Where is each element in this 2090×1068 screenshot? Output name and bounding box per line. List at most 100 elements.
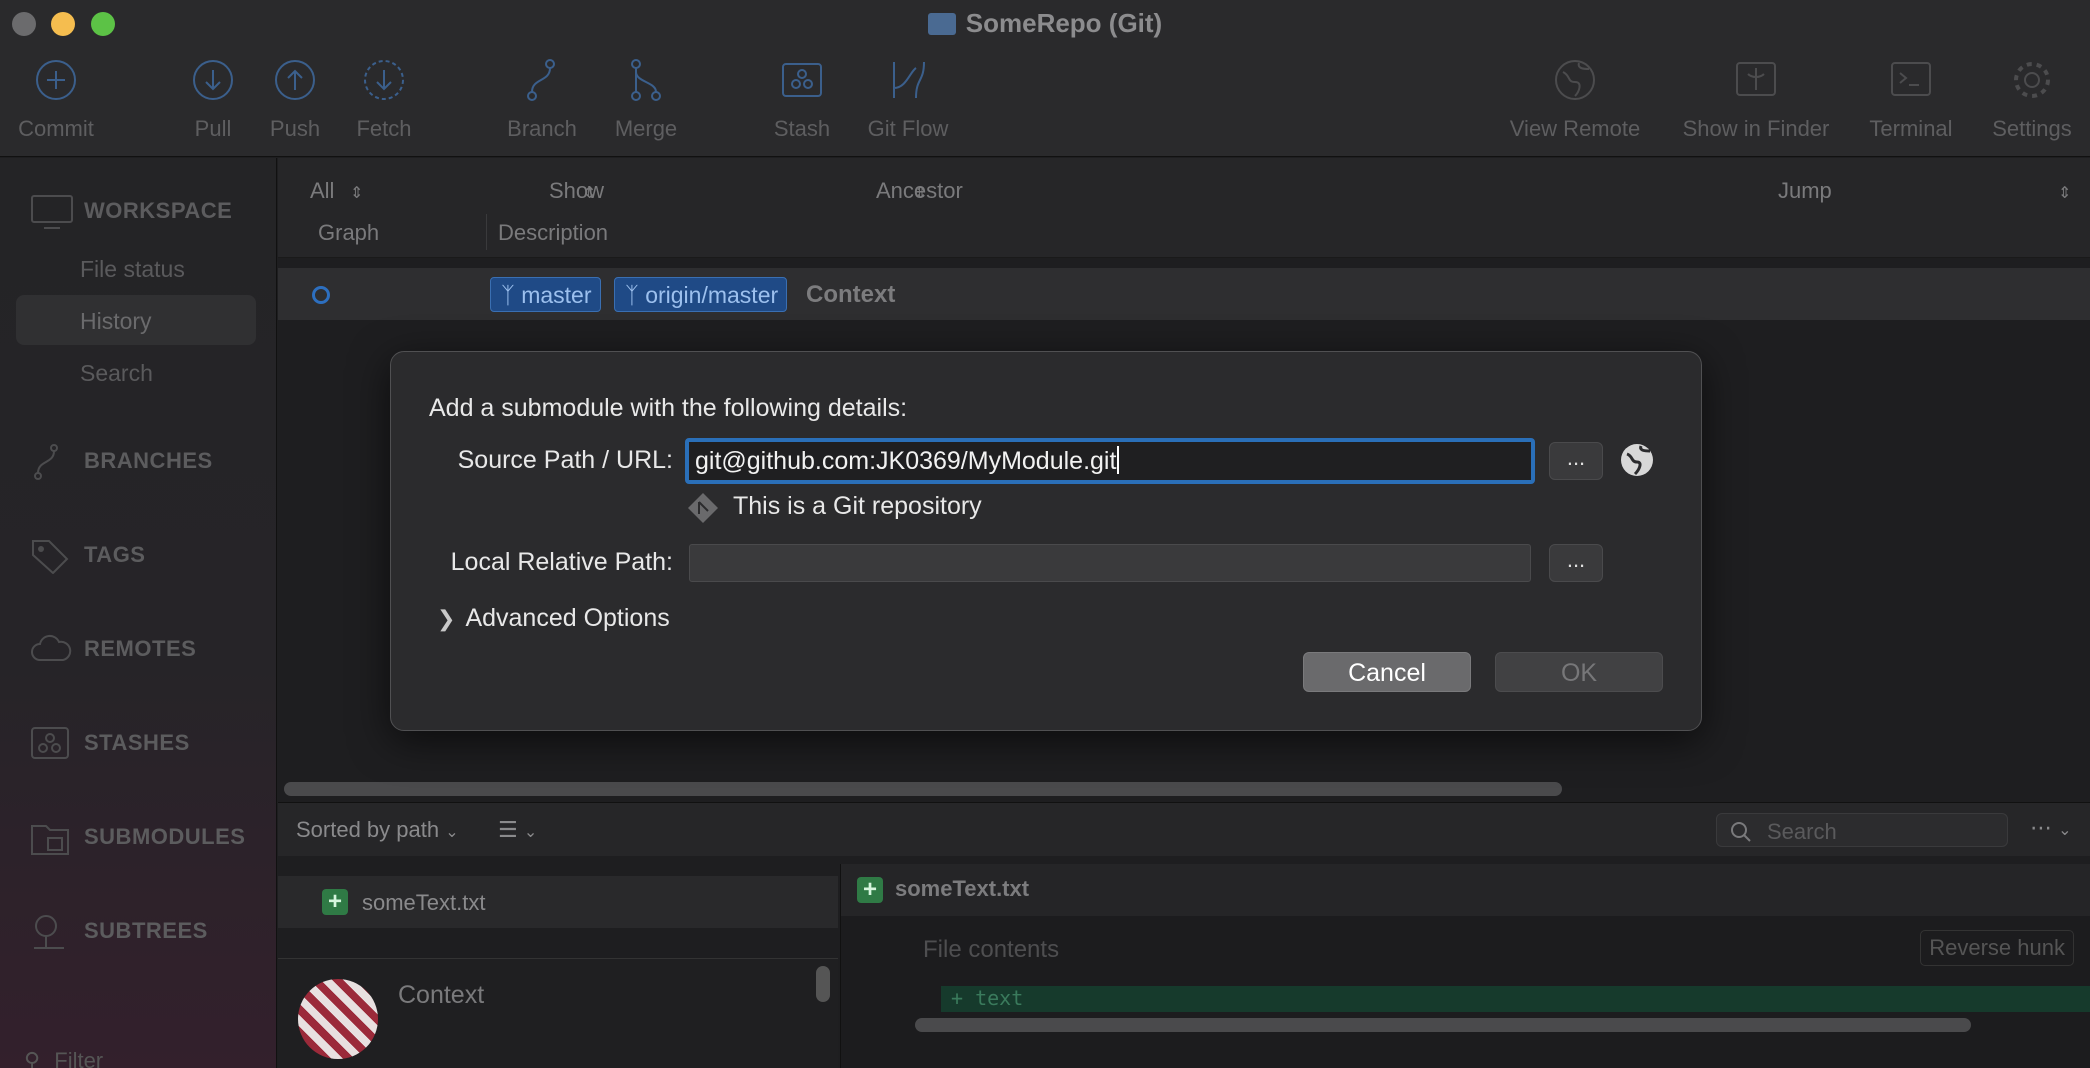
folder-icon	[927, 13, 956, 35]
reverse-hunk-button[interactable]: Reverse hunk	[1920, 930, 2074, 966]
title-bar: SomeRepo (Git) Commit Pull Push Fetch Br…	[0, 0, 2090, 157]
show-in-finder-label: Show in Finder	[1682, 116, 1830, 141]
list-icon: ☰	[498, 817, 518, 842]
history-column-header: Graph Description	[278, 204, 2090, 258]
browse-local-button[interactable]: ...	[1549, 544, 1603, 582]
git-flow-button[interactable]: Git Flow	[864, 58, 952, 142]
branch-icon	[504, 58, 580, 106]
sidebar-section-label: REMOTES	[84, 636, 197, 661]
show-in-finder-button[interactable]: Show in Finder	[1678, 58, 1834, 142]
history-horizontal-scrollbar[interactable]	[284, 782, 1562, 796]
filter-placeholder: Filter	[54, 1048, 104, 1068]
commit-panel-scrollbar[interactable]	[816, 966, 830, 1002]
column-divider[interactable]	[486, 214, 487, 250]
terminal-button[interactable]: Terminal	[1866, 58, 1956, 142]
order-dropdown[interactable]: Ancestor Order⇕	[876, 168, 963, 229]
branch-icon: ᛉ	[501, 282, 522, 308]
list-view-button[interactable]: ☰ ⌄	[498, 817, 537, 843]
branch-tag-master[interactable]: ᛉ master	[490, 277, 601, 312]
sidebar-section-label: STASHES	[84, 730, 190, 755]
bottom-toolbar: Sorted by path ⌄ ☰ ⌄ Search ⋯ ⌄	[278, 802, 2090, 856]
chevron-right-icon: ❯	[437, 606, 456, 631]
git-diamond-icon	[688, 493, 718, 523]
sidebar-item-file-status[interactable]: File status	[80, 256, 185, 283]
chevron-down-icon: ⌄	[2058, 822, 2072, 839]
diff-horizontal-scrollbar[interactable]	[915, 1018, 1971, 1032]
ok-button[interactable]: OK	[1495, 652, 1663, 692]
git-flow-icon	[864, 58, 952, 106]
cancel-button[interactable]: Cancel	[1303, 652, 1471, 692]
pull-button[interactable]: Pull	[190, 58, 236, 142]
merge-label: Merge	[614, 116, 678, 141]
search-input[interactable]: Search	[1716, 813, 2008, 847]
diff-file-header: + someText.txt	[840, 864, 2090, 916]
description-column-header[interactable]: Description	[498, 220, 608, 246]
branch-button[interactable]: Branch	[504, 58, 580, 142]
text-caret	[1117, 446, 1120, 474]
sidebar-filter-input[interactable]: ⚲ Filter	[24, 1048, 103, 1068]
sidebar-section-label: SUBMODULES	[84, 824, 246, 849]
view-remote-button[interactable]: View Remote	[1508, 58, 1642, 142]
updown-icon: ⇕	[914, 185, 928, 202]
dialog-heading: Add a submodule with the following detai…	[429, 394, 908, 422]
ellipsis-circle-icon: ⋯	[2030, 815, 2052, 840]
branch-tag-origin-master[interactable]: ᛉ origin/master	[614, 277, 788, 312]
sidebar-section-label: WORKSPACE	[84, 198, 233, 223]
updown-icon: ⇕	[583, 185, 597, 202]
branch-icon	[34, 444, 58, 480]
search-icon	[1731, 822, 1751, 842]
diff-panel: File contents Reverse hunk + text	[840, 916, 2090, 1068]
push-icon	[268, 58, 322, 106]
window-title: SomeRepo (Git)	[0, 8, 2090, 39]
add-submodule-dialog: Add a submodule with the following detai…	[390, 351, 1702, 731]
commit-button[interactable]: Commit	[14, 58, 98, 142]
commit-message: Context	[806, 281, 896, 308]
sidebar: WORKSPACE File status History Search BRA…	[0, 158, 277, 1068]
browse-source-button[interactable]: ...	[1549, 442, 1603, 480]
commit-row[interactable]: ᛉ master ᛉ origin/master Context	[278, 268, 2090, 320]
settings-button[interactable]: Settings	[1988, 58, 2076, 142]
added-icon: +	[322, 889, 348, 915]
local-path-label: Local Relative Path:	[450, 548, 673, 576]
stash-label: Stash	[773, 116, 831, 141]
merge-icon	[612, 58, 680, 106]
added-icon: +	[857, 877, 883, 903]
sort-label: Sorted by path	[296, 817, 440, 842]
sidebar-item-history[interactable]: History	[80, 308, 152, 335]
merge-button[interactable]: Merge	[612, 58, 680, 142]
commit-icon	[14, 58, 98, 106]
source-path-label: Source Path / URL:	[457, 446, 673, 474]
sidebar-item-search[interactable]: Search	[80, 360, 153, 387]
graph-column-header[interactable]: Graph	[318, 220, 379, 246]
source-path-input[interactable]: git@github.com:JK0369/MyModule.git	[685, 438, 1535, 484]
stash-button[interactable]: Stash	[770, 58, 834, 142]
more-options-button[interactable]: ⋯ ⌄	[2030, 815, 2072, 841]
branch-tag-label: master	[521, 282, 592, 308]
window-title-text: SomeRepo (Git)	[965, 8, 1163, 38]
branches-dropdown[interactable]: All Branches⇕	[310, 168, 403, 229]
stash-icon	[770, 58, 834, 106]
advanced-options-toggle[interactable]: ❯ Advanced Options	[437, 604, 670, 633]
jump-to-dropdown[interactable]: Jump to:⇕	[1778, 168, 2071, 229]
fetch-button[interactable]: Fetch	[352, 58, 416, 142]
sidebar-section-label: TAGS	[84, 542, 146, 567]
push-button[interactable]: Push	[268, 58, 322, 142]
sidebar-section-label: SUBTREES	[84, 918, 208, 943]
file-list-item[interactable]: + someText.txt	[278, 876, 838, 928]
diff-filename: someText.txt	[895, 876, 1030, 901]
globe-icon[interactable]	[1619, 442, 1655, 478]
terminal-icon	[1866, 58, 1956, 106]
gear-icon	[1988, 58, 2076, 106]
terminal-label: Terminal	[1869, 116, 1953, 141]
sidebar-section-label: BRANCHES	[84, 448, 213, 473]
commit-label: Commit	[18, 116, 94, 141]
remote-branches-dropdown[interactable]: Show Remote Branches⇕	[549, 168, 642, 255]
file-list-filename: someText.txt	[362, 890, 486, 915]
push-label: Push	[269, 116, 321, 141]
globe-icon	[1508, 58, 1642, 106]
sort-dropdown[interactable]: Sorted by path ⌄	[296, 817, 459, 843]
search-icon: ⚲	[24, 1048, 41, 1068]
local-path-input[interactable]	[689, 544, 1531, 582]
fetch-icon	[352, 58, 416, 106]
monitor-icon	[31, 195, 73, 229]
